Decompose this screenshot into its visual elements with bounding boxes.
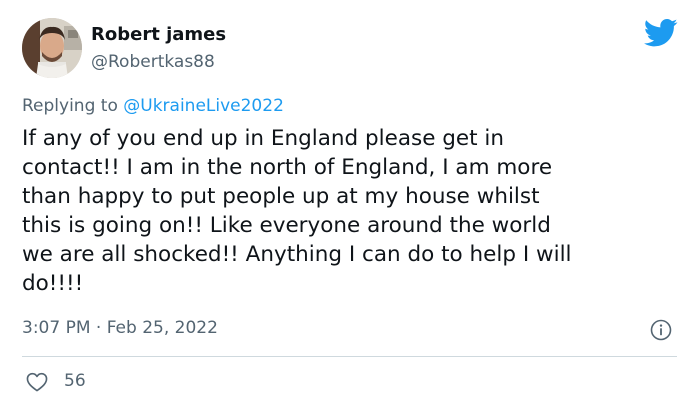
reply-mention-link[interactable]: @UkraineLive2022 <box>123 96 284 116</box>
avatar[interactable] <box>22 18 82 78</box>
author-handle[interactable]: @Robertkas88 <box>91 52 215 72</box>
like-count: 56 <box>64 371 86 391</box>
replying-to: Replying to @UkraineLive2022 <box>22 96 284 116</box>
info-icon[interactable] <box>650 319 672 341</box>
avatar-photo <box>22 18 82 78</box>
divider <box>22 356 677 357</box>
author-name[interactable]: Robert james <box>91 24 226 45</box>
heart-icon[interactable] <box>26 372 48 392</box>
tweet-text: If any of you end up in England please g… <box>22 126 572 296</box>
tweet-timestamp[interactable]: 3:07 PM · Feb 25, 2022 <box>22 318 218 338</box>
tweet-card: Robert james @Robertkas88 Replying to @U… <box>0 0 700 410</box>
twitter-bird-icon[interactable] <box>644 18 678 48</box>
replying-prefix: Replying to <box>22 96 124 116</box>
